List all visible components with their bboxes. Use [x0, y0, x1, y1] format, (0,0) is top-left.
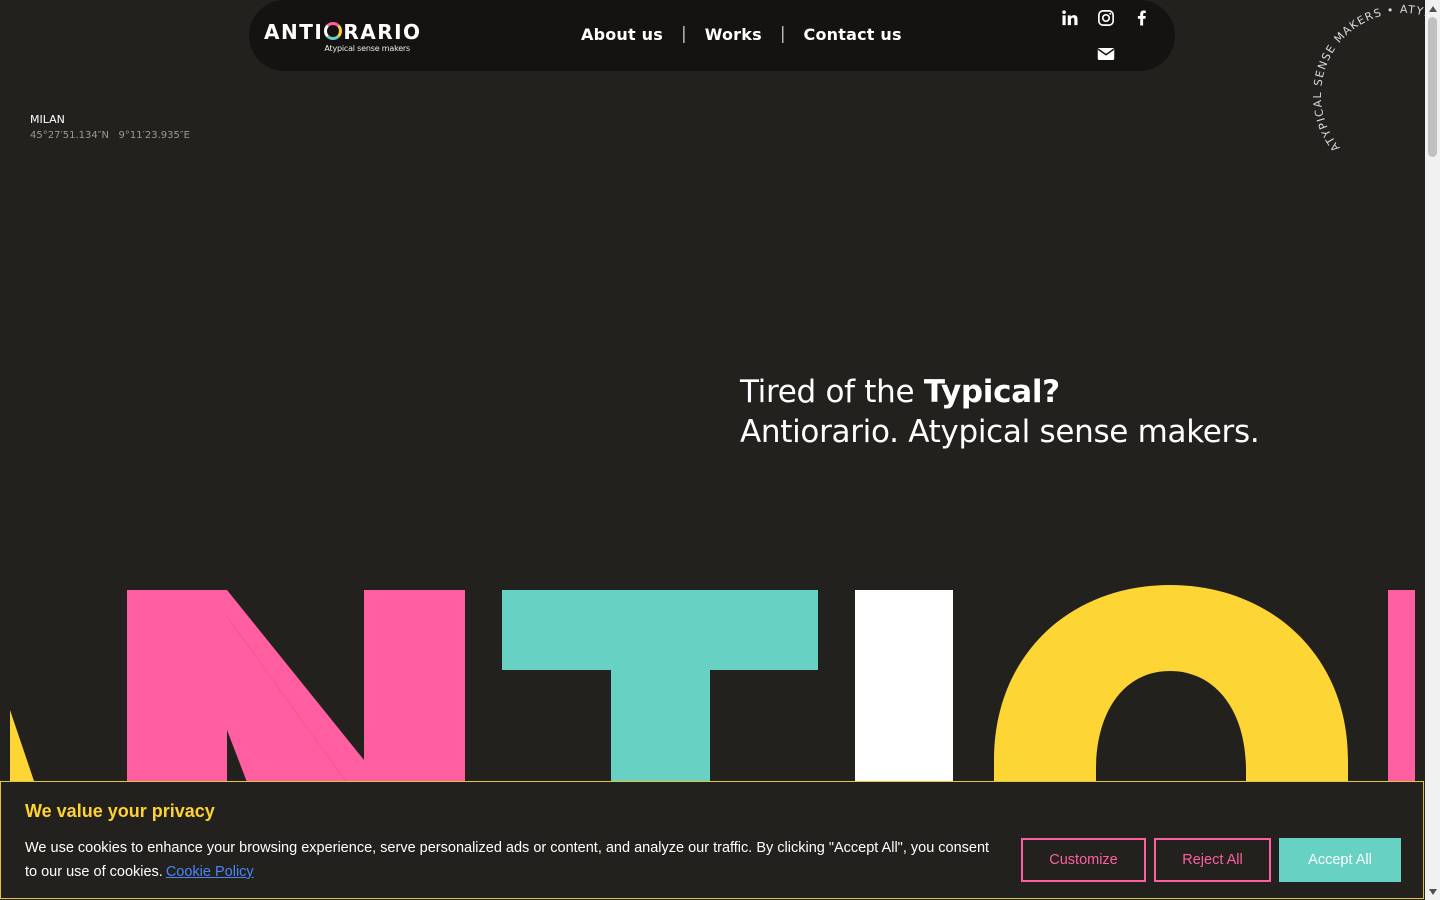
social-links [1055, 6, 1165, 70]
nav-separator: | [779, 24, 786, 44]
logo-wordmark: ANTI RARIO [264, 20, 422, 44]
facebook-icon[interactable] [1130, 6, 1154, 30]
main-nav: About us | Works | Contact us [581, 24, 902, 44]
accept-all-button[interactable]: Accept All [1279, 838, 1401, 882]
rotating-text-badge: ATYPICAL SENSE MAKERS • ATYPICAL SENSE M… [1308, 0, 1425, 190]
logo-text-right: RARIO [343, 20, 422, 44]
logo-o-icon [324, 22, 343, 40]
antiorario-logo[interactable]: ANTI RARIO Atypical sense makers [264, 20, 424, 58]
cookie-description: We use cookies to enhance your browsing … [25, 836, 1000, 884]
cookie-title: We value your privacy [25, 801, 215, 821]
location-city: MILAN [30, 113, 65, 126]
top-navbar: ANTI RARIO Atypical sense makers About us… [249, 0, 1175, 71]
location-latitude: 45°27′51.134″N [30, 130, 109, 141]
cookie-policy-link[interactable]: Cookie Policy [166, 864, 254, 880]
envelope-icon[interactable] [1094, 42, 1118, 66]
giant-letter-i [855, 590, 953, 790]
hero-line-2: Antiorario. Atypical sense makers. [740, 414, 1260, 450]
nav-contact-us[interactable]: Contact us [804, 25, 902, 44]
giant-letter-t [502, 590, 818, 790]
giant-letter-r [1388, 590, 1415, 790]
location-coordinates: 45°27′51.134″N 9°11′23.935″E [30, 130, 190, 141]
giant-letter-o [994, 585, 1348, 790]
hero-heading: Tired of the Typical? Antiorario. Atypic… [740, 372, 1260, 452]
nav-separator: | [680, 24, 687, 44]
svg-text:ATYPICAL SENSE MAKERS • ATYPIC: ATYPICAL SENSE MAKERS • ATYPICAL SENSE M… [1308, 0, 1425, 190]
scroll-thumb[interactable] [1428, 17, 1437, 157]
nav-works[interactable]: Works [705, 25, 762, 44]
vertical-scrollbar[interactable] [1425, 0, 1440, 900]
hero-line-1-prefix: Tired of the [740, 374, 924, 410]
instagram-icon[interactable] [1094, 6, 1118, 30]
nav-about-us[interactable]: About us [581, 25, 663, 44]
hero-line-1-bold: Typical? [923, 374, 1060, 410]
giant-letter-a [10, 710, 34, 781]
scroll-up-arrow-icon[interactable] [1425, 0, 1440, 17]
logo-text-left: ANTI [264, 20, 324, 44]
logo-tagline: Atypical sense makers [324, 44, 410, 53]
giant-letter-n [127, 590, 465, 790]
scroll-down-arrow-icon[interactable] [1425, 883, 1440, 900]
reject-all-button[interactable]: Reject All [1154, 838, 1271, 882]
badge-text: ATYPICAL SENSE MAKERS • ATYPICAL SENSE M… [1308, 0, 1425, 190]
customize-button[interactable]: Customize [1021, 838, 1146, 882]
location-longitude: 9°11′23.935″E [118, 130, 190, 141]
linkedin-icon[interactable] [1058, 6, 1082, 30]
page: ANTI RARIO Atypical sense makers About us… [0, 0, 1425, 900]
cookie-consent-banner: We value your privacy We use cookies to … [0, 781, 1424, 899]
hero-line-1: Tired of the Typical? [740, 372, 1259, 412]
